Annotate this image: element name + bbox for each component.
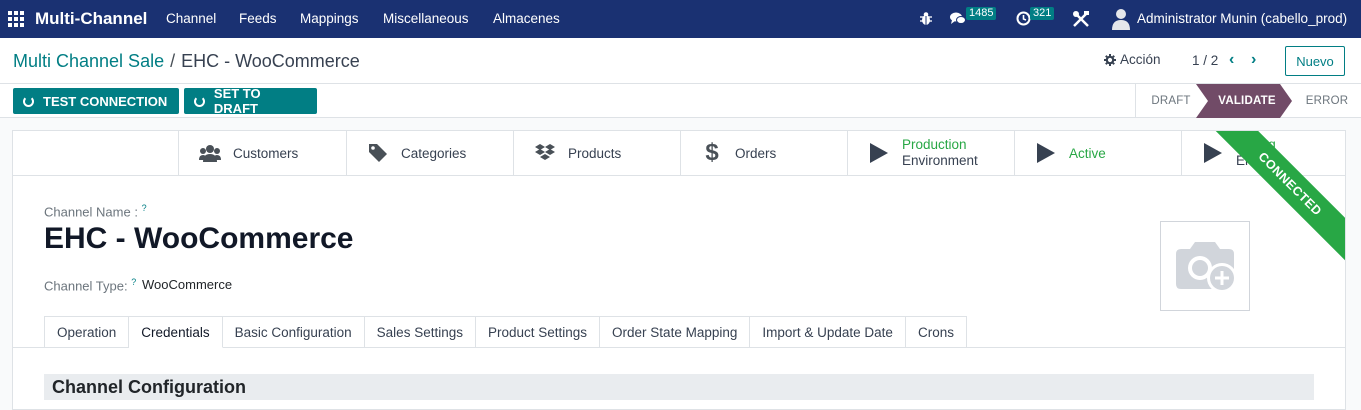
status-bar: TEST CONNECTION SET TO DRAFT DRAFT VALID…	[0, 84, 1361, 118]
form-sheet: Customers Categories Products $ Orders P…	[12, 130, 1346, 410]
breadcrumb-parent[interactable]: Multi Channel Sale	[13, 51, 164, 72]
stage-draft[interactable]: DRAFT	[1136, 84, 1206, 118]
control-panel: Multi Channel Sale / EHC - WooCommerce A…	[0, 38, 1361, 84]
users-icon	[199, 145, 221, 162]
play-icon	[870, 143, 888, 163]
pager-value[interactable]: 1 / 2	[1192, 53, 1218, 68]
chevron-left-icon[interactable]: ‹	[1229, 51, 1234, 69]
gear-icon	[1104, 53, 1116, 66]
set-to-draft-button[interactable]: SET TO DRAFT	[184, 86, 317, 116]
refresh-icon	[194, 95, 205, 107]
help-tooltip-icon[interactable]: ?	[131, 277, 136, 287]
active-label: Active	[1069, 145, 1106, 161]
menu-feeds[interactable]: Feeds	[239, 11, 277, 26]
refresh-icon	[23, 95, 34, 107]
dollar-icon: $	[705, 139, 719, 166]
tab-order-state-mapping[interactable]: Order State Mapping	[600, 316, 751, 348]
action-label: Acción	[1120, 52, 1161, 67]
activities-badge: 321	[1030, 7, 1055, 20]
orders-label: Orders	[735, 145, 777, 161]
channel-type-label-text: Channel Type:	[44, 278, 128, 294]
menu-almacenes[interactable]: Almacenes	[493, 11, 560, 26]
user-menu[interactable]: Administrator Munin (cabello_prod)	[1137, 11, 1347, 26]
customers-label: Customers	[233, 145, 299, 161]
tab-sales-settings[interactable]: Sales Settings	[364, 316, 476, 348]
chat-icon[interactable]	[950, 12, 966, 26]
tag-icon	[369, 144, 387, 162]
channel-image-upload[interactable]	[1160, 221, 1250, 311]
bug-icon[interactable]	[919, 11, 933, 26]
app-name[interactable]: Multi-Channel	[35, 9, 147, 29]
categories-button[interactable]: Categories	[346, 131, 513, 175]
stage-pipeline: DRAFT VALIDATE ERROR	[1135, 84, 1348, 118]
tab-operation[interactable]: Operation	[44, 316, 130, 348]
environment-label: Environment	[902, 153, 978, 168]
stage-error[interactable]: ERROR	[1292, 84, 1361, 118]
top-navbar: Multi-Channel Channel Feeds Mappings Mis…	[0, 0, 1361, 38]
notebook-tabs: Operation Credentials Basic Configuratio…	[44, 316, 967, 348]
help-tooltip-icon[interactable]: ?	[142, 203, 147, 213]
channel-name-label-text: Channel Name :	[44, 204, 138, 220]
menu-channel[interactable]: Channel	[166, 11, 216, 26]
categories-label: Categories	[401, 145, 467, 161]
action-menu-button[interactable]: Acción	[1104, 52, 1161, 67]
menu-miscellaneous[interactable]: Miscellaneous	[383, 11, 469, 26]
chevron-right-icon[interactable]: ›	[1251, 51, 1256, 69]
channel-type-value[interactable]: WooCommerce	[142, 277, 232, 292]
play-icon	[1204, 143, 1222, 163]
active-button[interactable]: Active	[1014, 131, 1181, 175]
channel-name-field[interactable]: EHC - WooCommerce	[44, 222, 354, 256]
products-button[interactable]: Products	[513, 131, 680, 175]
test-connection-label: TEST CONNECTION	[43, 93, 168, 109]
channel-configuration-heading: Channel Configuration	[44, 374, 1314, 400]
breadcrumb-separator: /	[170, 51, 176, 71]
messages-badge: 1485	[966, 7, 997, 20]
tools-icon[interactable]	[1072, 10, 1090, 28]
stage-validate[interactable]: VALIDATE	[1202, 84, 1292, 118]
tab-basic-configuration[interactable]: Basic Configuration	[222, 316, 365, 348]
production-environment-button[interactable]: Production Environment	[847, 131, 1014, 175]
menu-mappings[interactable]: Mappings	[300, 11, 359, 26]
breadcrumb-current: EHC - WooCommerce	[181, 51, 360, 71]
set-to-draft-label: SET TO DRAFT	[213, 86, 261, 116]
production-label: Production	[902, 137, 967, 152]
products-label: Products	[568, 145, 622, 161]
breadcrumb: Multi Channel Sale / EHC - WooCommerce	[13, 51, 360, 72]
smart-button-box: Customers Categories Products $ Orders P…	[13, 131, 1345, 176]
camera-add-icon	[1176, 242, 1237, 293]
clock-icon[interactable]	[1016, 11, 1031, 26]
play-icon	[1037, 143, 1055, 163]
channel-name-label: Channel Name : ?	[44, 203, 147, 219]
tab-crons[interactable]: Crons	[905, 316, 967, 348]
dropbox-icon	[535, 144, 555, 160]
channel-type-label: Channel Type: ?	[44, 277, 136, 293]
avatar[interactable]	[1112, 8, 1130, 30]
apps-grid-icon[interactable]	[8, 11, 24, 27]
tab-product-settings[interactable]: Product Settings	[475, 316, 601, 348]
customers-button[interactable]: Customers	[178, 131, 346, 175]
tab-credentials[interactable]: Credentials	[129, 316, 223, 348]
orders-button[interactable]: $ Orders	[680, 131, 847, 175]
tab-import-update-date[interactable]: Import & Update Date	[750, 316, 906, 348]
new-button[interactable]: Nuevo	[1285, 46, 1345, 76]
test-connection-button[interactable]: TEST CONNECTION	[13, 88, 179, 114]
